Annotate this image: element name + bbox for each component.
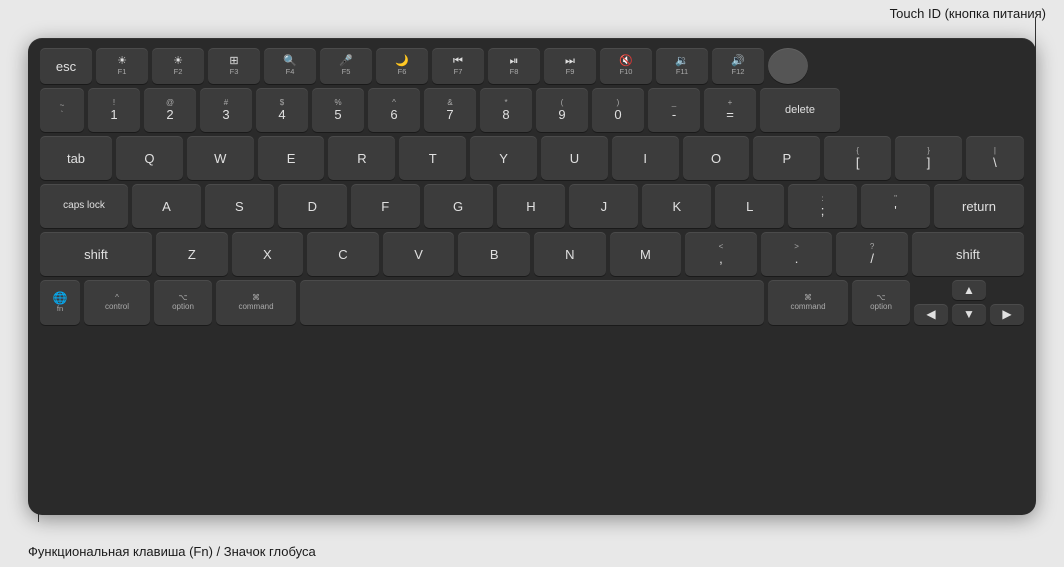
key-s[interactable]: S [205, 184, 274, 228]
key-delete[interactable]: delete [760, 88, 840, 132]
key-h[interactable]: H [497, 184, 566, 228]
key-f5[interactable]: 🎤F5 [320, 48, 372, 84]
bottom-row: 🌐 fn ^ control ⌥ option ⌘ command ⌘ comm… [40, 280, 1024, 325]
key-e[interactable]: E [258, 136, 325, 180]
key-f3[interactable]: ⊞F3 [208, 48, 260, 84]
fn-row: esc ☀F1 ☀F2 ⊞F3 🔍F4 🎤F5 🌙F6 ⏮F7 [40, 48, 1024, 84]
key-3[interactable]: # 3 [200, 88, 252, 132]
key-y[interactable]: Y [470, 136, 537, 180]
key-esc[interactable]: esc [40, 48, 92, 84]
key-f10[interactable]: 🔇F10 [600, 48, 652, 84]
shift-row: shift Z X C V B N M <, >. ?/ shift [40, 232, 1024, 276]
key-p[interactable]: P [753, 136, 820, 180]
key-backslash[interactable]: |\ [966, 136, 1024, 180]
key-u[interactable]: U [541, 136, 608, 180]
key-option-right[interactable]: ⌥ option [852, 280, 910, 325]
key-spacebar[interactable] [300, 280, 764, 325]
key-arrow-down[interactable]: ▼ [952, 304, 986, 324]
key-arrow-right[interactable]: ▶ [990, 304, 1024, 324]
key-f12[interactable]: 🔊F12 [712, 48, 764, 84]
key-x[interactable]: X [232, 232, 304, 276]
key-m[interactable]: M [610, 232, 682, 276]
key-o[interactable]: O [683, 136, 750, 180]
key-backtick[interactable]: ~ ` [40, 88, 84, 132]
key-k[interactable]: K [642, 184, 711, 228]
key-open-bracket[interactable]: {[ [824, 136, 891, 180]
key-comma[interactable]: <, [685, 232, 757, 276]
key-f1[interactable]: ☀F1 [96, 48, 148, 84]
key-5[interactable]: % 5 [312, 88, 364, 132]
key-8[interactable]: * 8 [480, 88, 532, 132]
key-minus[interactable]: _ - [648, 88, 700, 132]
key-f[interactable]: F [351, 184, 420, 228]
fn-label: Функциональная клавиша (Fn) / Значок гло… [28, 544, 316, 559]
key-4[interactable]: $ 4 [256, 88, 308, 132]
key-semicolon[interactable]: :; [788, 184, 857, 228]
key-shift-left[interactable]: shift [40, 232, 152, 276]
key-f9[interactable]: ⏭F9 [544, 48, 596, 84]
key-6[interactable]: ^ 6 [368, 88, 420, 132]
key-touchid[interactable] [768, 48, 808, 84]
key-n[interactable]: N [534, 232, 606, 276]
key-j[interactable]: J [569, 184, 638, 228]
key-t[interactable]: T [399, 136, 466, 180]
key-command-left[interactable]: ⌘ command [216, 280, 296, 325]
key-f4[interactable]: 🔍F4 [264, 48, 316, 84]
key-r[interactable]: R [328, 136, 395, 180]
key-tab[interactable]: tab [40, 136, 112, 180]
key-f6[interactable]: 🌙F6 [376, 48, 428, 84]
key-shift-right[interactable]: shift [912, 232, 1024, 276]
key-2[interactable]: @ 2 [144, 88, 196, 132]
keyboard: esc ☀F1 ☀F2 ⊞F3 🔍F4 🎤F5 🌙F6 ⏮F7 [28, 38, 1036, 515]
key-q[interactable]: Q [116, 136, 183, 180]
caps-row: caps lock A S D F G H J K L :; "' return [40, 184, 1024, 228]
key-f8[interactable]: ⏯F8 [488, 48, 540, 84]
key-period[interactable]: >. [761, 232, 833, 276]
key-slash[interactable]: ?/ [836, 232, 908, 276]
key-a[interactable]: A [132, 184, 201, 228]
key-caps-lock[interactable]: caps lock [40, 184, 128, 228]
key-return[interactable]: return [934, 184, 1024, 228]
touchid-label: Touch ID (кнопка питания) [890, 6, 1046, 21]
page-wrapper: Touch ID (кнопка питания) Функциональная… [0, 0, 1064, 567]
key-quote[interactable]: "' [861, 184, 930, 228]
key-i[interactable]: I [612, 136, 679, 180]
key-option-left[interactable]: ⌥ option [154, 280, 212, 325]
key-7[interactable]: & 7 [424, 88, 476, 132]
key-equals[interactable]: + = [704, 88, 756, 132]
number-row: ~ ` ! 1 @ 2 # 3 $ 4 % 5 [40, 88, 1024, 132]
key-arrow-left[interactable]: ◀ [914, 304, 948, 324]
key-f7[interactable]: ⏮F7 [432, 48, 484, 84]
key-g[interactable]: G [424, 184, 493, 228]
key-w[interactable]: W [187, 136, 254, 180]
tab-row: tab Q W E R T Y U I O P {[ }] |\ [40, 136, 1024, 180]
key-9[interactable]: ( 9 [536, 88, 588, 132]
key-fn[interactable]: 🌐 fn [40, 280, 80, 325]
key-f11[interactable]: 🔉F11 [656, 48, 708, 84]
key-z[interactable]: Z [156, 232, 228, 276]
key-0[interactable]: ) 0 [592, 88, 644, 132]
key-close-bracket[interactable]: }] [895, 136, 962, 180]
key-l[interactable]: L [715, 184, 784, 228]
key-d[interactable]: D [278, 184, 347, 228]
key-b[interactable]: B [458, 232, 530, 276]
key-c[interactable]: C [307, 232, 379, 276]
key-v[interactable]: V [383, 232, 455, 276]
key-command-right[interactable]: ⌘ command [768, 280, 848, 325]
key-control-left[interactable]: ^ control [84, 280, 150, 325]
key-arrow-up[interactable]: ▲ [952, 280, 986, 300]
key-f2[interactable]: ☀F2 [152, 48, 204, 84]
key-1[interactable]: ! 1 [88, 88, 140, 132]
